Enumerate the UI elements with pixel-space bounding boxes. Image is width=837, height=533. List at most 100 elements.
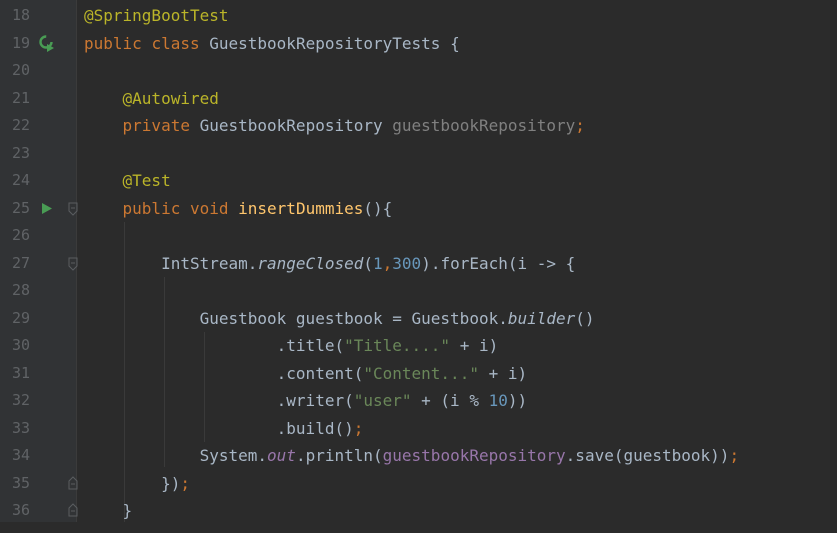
- code-token: insertDummies: [238, 198, 364, 218]
- line-number[interactable]: 24: [0, 167, 30, 195]
- code-line[interactable]: 21 @Autowired: [0, 85, 837, 113]
- code-token: ;: [575, 116, 585, 135]
- code-text[interactable]: IntStream.rangeClosed(1,300).forEach(i -…: [84, 250, 575, 278]
- code-token: GuestbookRepositoryTests {: [199, 33, 460, 53]
- code-token: ;: [353, 418, 364, 438]
- code-token: "Title....": [344, 336, 451, 355]
- code-line[interactable]: 23: [0, 140, 837, 168]
- code-token: }): [84, 473, 181, 493]
- code-text[interactable]: @Test: [84, 167, 171, 195]
- code-text[interactable]: });: [84, 470, 190, 498]
- line-number[interactable]: 27: [0, 250, 30, 278]
- fold-end-icon[interactable]: [66, 497, 80, 525]
- code-text[interactable]: Guestbook guestbook = Guestbook.builder(…: [84, 305, 595, 333]
- code-editor[interactable]: 18 @SpringBootTest 19 public class Guestboo…: [0, 0, 837, 522]
- line-number[interactable]: 33: [0, 415, 30, 443]
- line-number[interactable]: 28: [0, 277, 30, 305]
- code-token: void: [189, 198, 229, 218]
- code-token: }: [84, 501, 133, 520]
- code-token: @SpringBootTest: [84, 6, 229, 25]
- code-line[interactable]: 33 .build();: [0, 415, 837, 443]
- code-lines: 18 @SpringBootTest 19 public class Guestboo…: [0, 2, 837, 525]
- code-text[interactable]: .content("Content..." + i): [84, 360, 527, 388]
- code-line[interactable]: 20: [0, 57, 837, 85]
- code-text[interactable]: .writer("user" + (i % 10)): [84, 387, 527, 415]
- run-test-icon[interactable]: [38, 195, 56, 223]
- run-class-icon[interactable]: [38, 30, 56, 58]
- line-number[interactable]: 34: [0, 442, 30, 470]
- line-number[interactable]: 35: [0, 470, 30, 498]
- code-line[interactable]: 35 });: [0, 470, 837, 498]
- line-number[interactable]: 21: [0, 85, 30, 113]
- code-token: .writer(: [84, 391, 354, 410]
- code-token: public: [84, 33, 142, 53]
- code-token: .content(: [84, 363, 364, 383]
- code-token: + i): [450, 336, 499, 355]
- code-token: "Content...": [363, 363, 479, 383]
- code-text[interactable]: .build();: [84, 415, 364, 443]
- code-token: (): [575, 308, 595, 328]
- code-token: .println(: [295, 446, 383, 465]
- code-token: ).forEach(i -> {: [421, 253, 576, 273]
- line-number[interactable]: 19: [0, 30, 30, 58]
- code-text[interactable]: .title("Title...." + i): [84, 332, 499, 360]
- code-token: (){: [363, 198, 393, 218]
- code-token: guestbookRepository: [382, 446, 566, 465]
- code-token: out: [267, 446, 296, 465]
- code-token: private: [122, 116, 190, 135]
- code-line[interactable]: 36 }: [0, 497, 837, 525]
- code-line[interactable]: 28: [0, 277, 837, 305]
- line-number[interactable]: 20: [0, 57, 30, 85]
- fold-collapse-icon[interactable]: [66, 250, 80, 278]
- line-number[interactable]: 29: [0, 305, 30, 333]
- code-token: public: [122, 198, 181, 218]
- code-line[interactable]: 22 private GuestbookRepository guestbook…: [0, 112, 837, 140]
- code-line[interactable]: 31 .content("Content..." + i): [0, 360, 837, 388]
- code-text[interactable]: public void insertDummies(){: [84, 195, 393, 223]
- code-line[interactable]: 27 IntStream.rangeClosed(1,300).forEach(…: [0, 250, 837, 278]
- code-token: 300: [392, 253, 422, 273]
- code-line[interactable]: 24 @Test: [0, 167, 837, 195]
- code-token: )): [507, 391, 528, 410]
- code-token: GuestbookRepository: [189, 116, 393, 135]
- code-line[interactable]: 19 public class GuestbookRepositoryTests …: [0, 30, 837, 58]
- code-text[interactable]: private GuestbookRepository guestbookRep…: [84, 112, 585, 140]
- code-token: ;: [180, 473, 190, 493]
- line-number[interactable]: 32: [0, 387, 30, 415]
- code-token: ;: [729, 446, 740, 465]
- line-number[interactable]: 23: [0, 140, 30, 168]
- code-text[interactable]: System.out.println(guestbookRepository.s…: [84, 442, 739, 470]
- line-number[interactable]: 26: [0, 222, 30, 250]
- line-number[interactable]: 36: [0, 497, 30, 525]
- code-line[interactable]: 25 public void insertDummies(){: [0, 195, 837, 223]
- code-text[interactable]: @SpringBootTest: [84, 2, 229, 30]
- fold-collapse-icon[interactable]: [66, 195, 80, 223]
- line-number[interactable]: 30: [0, 332, 30, 360]
- code-text[interactable]: public class GuestbookRepositoryTests {: [84, 30, 460, 58]
- code-token: .save(guestbook)): [565, 446, 730, 465]
- code-token: guestbookRepository: [392, 116, 576, 135]
- code-text[interactable]: @Autowired: [84, 85, 219, 113]
- code-line[interactable]: 29 Guestbook guestbook = Guestbook.build…: [0, 305, 837, 333]
- code-line[interactable]: 18 @SpringBootTest: [0, 2, 837, 30]
- fold-end-icon[interactable]: [66, 470, 80, 498]
- line-number[interactable]: 25: [0, 195, 30, 223]
- code-token: class: [151, 33, 200, 53]
- code-text[interactable]: }: [84, 497, 133, 525]
- code-line[interactable]: 30 .title("Title...." + i): [0, 332, 837, 360]
- code-line[interactable]: 32 .writer("user" + (i % 10)): [0, 387, 837, 415]
- code-token: .build(): [84, 418, 354, 438]
- line-number[interactable]: 31: [0, 360, 30, 388]
- code-token: builder: [507, 308, 576, 328]
- code-line[interactable]: 26: [0, 222, 837, 250]
- line-number[interactable]: 18: [0, 2, 30, 30]
- code-line[interactable]: 34 System.out.println(guestbookRepositor…: [0, 442, 837, 470]
- line-number[interactable]: 22: [0, 112, 30, 140]
- code-token: System.: [84, 446, 268, 465]
